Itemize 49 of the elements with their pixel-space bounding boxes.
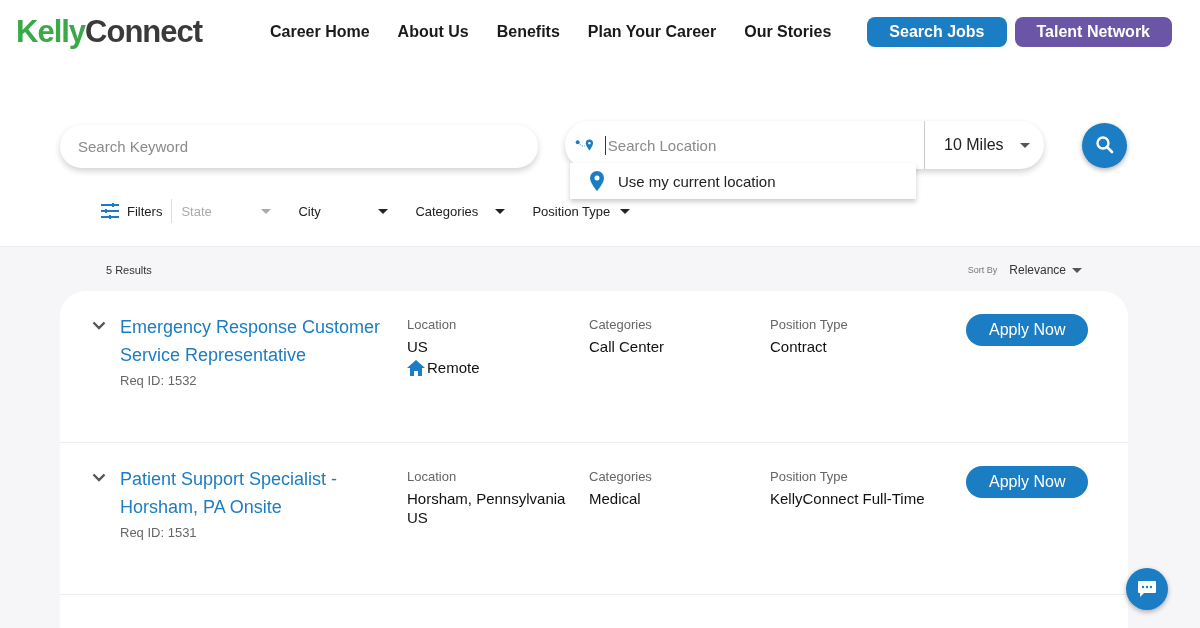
filters-button[interactable]: Filters	[101, 203, 163, 219]
filter-dropdown[interactable]: City	[298, 203, 389, 219]
chat-bubble-icon	[1137, 580, 1157, 598]
field-label: Position Type	[770, 469, 849, 484]
nav-button[interactable]: Talent Network	[1014, 17, 1172, 47]
location-search-field[interactable]: Search Location	[604, 135, 924, 155]
location-text: US	[407, 508, 429, 527]
chevron-down-icon[interactable]	[92, 473, 106, 482]
job-title-link[interactable]: Emergency Response Customer Service Representative	[120, 313, 395, 369]
position-type-text: Contract	[770, 337, 828, 356]
req-id: Req ID: 1531	[120, 525, 198, 540]
nav-link[interactable]: Benefits	[496, 23, 560, 41]
search-button[interactable]	[1082, 122, 1127, 168]
nav-button[interactable]: Search Jobs	[867, 17, 1007, 47]
sort-dropdown[interactable]: Relevance	[1009, 263, 1082, 277]
position-type-text: KellyConnect Full-Time	[770, 489, 926, 508]
remote-text: Remote	[427, 358, 480, 377]
home-icon	[407, 359, 425, 376]
use-current-location-option[interactable]: Use my current location	[590, 171, 916, 191]
category-text: Medical	[589, 489, 642, 508]
category-text: Call Center	[589, 337, 666, 356]
field-label: Categories	[589, 317, 653, 332]
field-label: Location	[407, 317, 458, 332]
filter-dropdown[interactable]: Categories	[415, 203, 506, 219]
nav-link[interactable]: About Us	[397, 23, 469, 41]
route-pin-icon	[575, 138, 595, 152]
results-count: 5 Results	[106, 264, 152, 276]
keyword-search-field[interactable]: Search Keyword	[60, 125, 538, 168]
nav-link[interactable]: Career Home	[270, 23, 370, 41]
kellyconnect-logo[interactable]: KellyConnect	[16, 14, 203, 50]
search-icon	[1094, 135, 1115, 155]
nav-link[interactable]: Plan Your Career	[587, 23, 717, 41]
filter-dropdown[interactable]: Position Type	[532, 203, 631, 219]
apply-now-button[interactable]: Apply Now	[966, 466, 1089, 498]
pin-icon	[590, 171, 604, 191]
apply-now-button[interactable]: Apply Now	[966, 314, 1089, 346]
sort-label: Sort By	[967, 265, 998, 275]
chat-button[interactable]	[1126, 568, 1168, 610]
field-label: Categories	[589, 469, 653, 484]
chevron-down-icon[interactable]	[92, 321, 106, 330]
req-id: Req ID: 1532	[120, 373, 198, 388]
location-text: US	[407, 337, 429, 356]
location-text: Horsham, Pennsylvania	[407, 489, 567, 508]
job-title-link[interactable]: Patient Support Specialist - Horsham, PA Onsite	[120, 465, 395, 521]
radius-dropdown[interactable]: 10 Miles	[925, 136, 1030, 154]
field-label: Location	[407, 469, 458, 484]
nav-link[interactable]: Our Stories	[744, 23, 832, 41]
sliders-icon	[101, 203, 119, 219]
field-label: Position Type	[770, 317, 849, 332]
